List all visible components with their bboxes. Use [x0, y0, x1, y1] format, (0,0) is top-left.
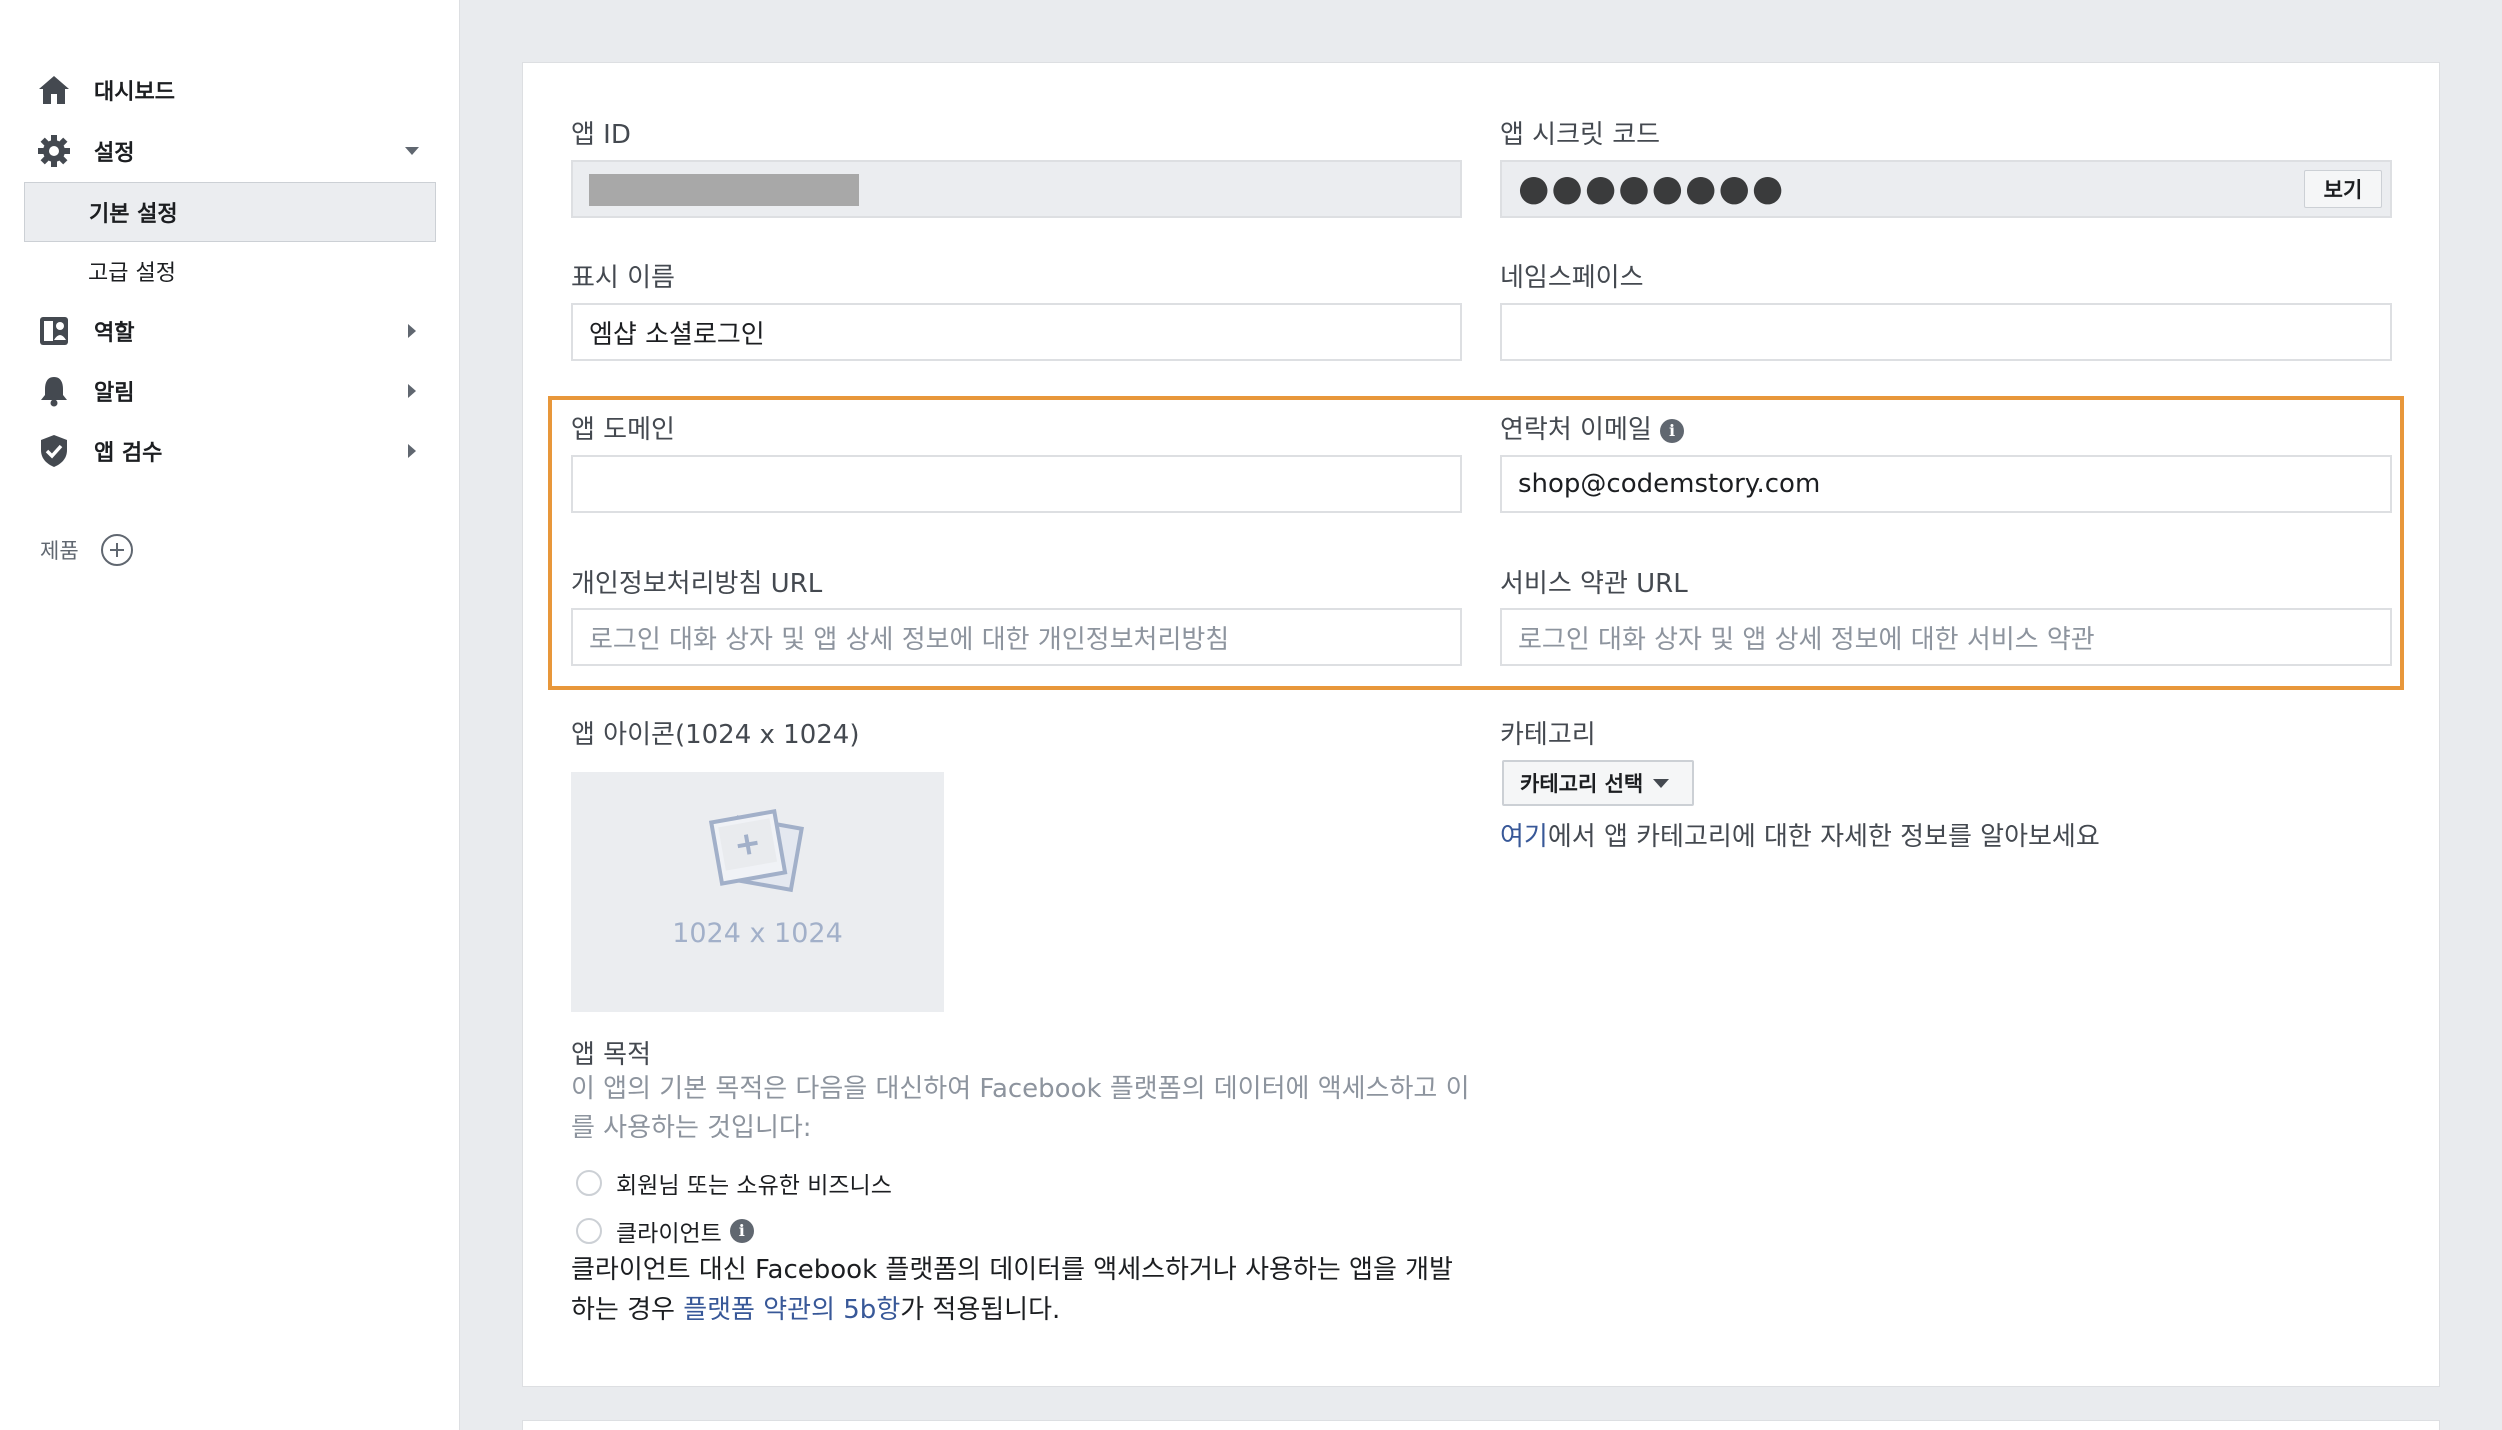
app-secret-field[interactable]: ●●●●●●●● 보기 [1500, 160, 2392, 218]
sidebar-item-label: 설정 [94, 141, 135, 166]
info-icon[interactable]: i [729, 1219, 754, 1243]
client-note-suffix: 가 적용됩니다. [900, 1295, 1061, 1325]
add-photo-icon [701, 802, 811, 902]
terms-url-input[interactable]: 로그인 대화 상자 및 앱 상세 정보에 대한 서비스 약관 [1500, 608, 2392, 666]
sidebar-item-advanced-settings[interactable]: 고급 설정 [24, 241, 436, 301]
add-product-icon[interactable] [100, 534, 133, 566]
namespace-label: 네임스페이스 [1500, 263, 1644, 293]
app-domain-input[interactable] [571, 455, 1462, 513]
sidebar: 대시보드 설정 기본 설정 고급 설정 역할 알림 앱 검수 제품 [0, 0, 460, 1430]
sidebar-item-label: 대시보드 [94, 80, 175, 105]
shield-check-icon [36, 433, 72, 469]
app-purpose-label: 앱 목적 [571, 1040, 652, 1070]
sidebar-item-label: 역할 [94, 321, 135, 346]
sidebar-item-dashboard[interactable]: 대시보드 [24, 60, 436, 120]
info-icon[interactable]: i [1660, 418, 1685, 443]
sidebar-item-app-review[interactable]: 앱 검수 [24, 421, 436, 481]
category-select-button[interactable]: 카테고리 선택 [1502, 760, 1694, 806]
sidebar-item-settings[interactable]: 설정 [24, 121, 436, 181]
category-help-suffix: 에서 앱 카테고리에 대한 자세한 정보를 알아보세요 [1547, 822, 2100, 852]
app-icon-upload[interactable]: 1024 x 1024 [571, 772, 944, 1012]
privacy-url-input[interactable]: 로그인 대화 상자 및 앱 상세 정보에 대한 개인정보처리방침 [571, 608, 1462, 666]
category-select-label: 카테고리 선택 [1520, 772, 1644, 796]
app-icon-label: 앱 아이콘(1024 x 1024) [571, 720, 860, 750]
home-icon [36, 72, 72, 108]
radio-button[interactable] [576, 1170, 602, 1196]
sidebar-item-label: 알림 [94, 381, 135, 406]
contact-email-label: 연락처 이메일 [1500, 415, 1652, 445]
category-help-link[interactable]: 여기 [1500, 822, 1548, 852]
app-id-field[interactable] [571, 160, 1462, 218]
app-purpose-description: 이 앱의 기본 목적은 다음을 대신하여 Facebook 플랫폼의 데이터에 … [571, 1074, 1470, 1143]
sidebar-item-basic-settings[interactable]: 기본 설정 [24, 182, 436, 242]
sidebar-item-alerts[interactable]: 알림 [24, 361, 436, 421]
sidebar-item-label: 기본 설정 [89, 202, 178, 227]
app-secret-label: 앱 시크릿 코드 [1500, 120, 1661, 150]
contact-email-input[interactable]: shop@codemstory.com [1500, 455, 2392, 513]
chevron-right-icon [402, 321, 422, 341]
gear-icon [36, 133, 72, 169]
reveal-secret-button[interactable]: 보기 [2304, 170, 2382, 208]
chevron-right-icon [402, 381, 422, 401]
category-label: 카테고리 [1500, 720, 1596, 750]
sidebar-item-roles[interactable]: 역할 [24, 301, 436, 361]
purpose-option-own-business[interactable]: 회원님 또는 소유한 비즈니스 [576, 1166, 892, 1200]
bell-icon [36, 373, 72, 409]
terms-url-label: 서비스 약관 URL [1500, 569, 1688, 599]
display-name-label: 표시 이름 [571, 263, 675, 293]
caret-down-icon [1653, 778, 1670, 788]
client-note: 클라이언트 대신 Facebook 플랫폼의 데이터를 액세스하거나 사용하는 … [571, 1250, 1471, 1330]
display-name-input[interactable]: 엠샵 소셜로그인 [571, 303, 1462, 361]
purpose-option-clients[interactable]: 클라이언트 i [576, 1214, 754, 1248]
chevron-right-icon [402, 441, 422, 461]
namespace-input[interactable] [1500, 303, 2392, 361]
roles-icon [36, 313, 72, 349]
chevron-down-icon [402, 141, 422, 161]
privacy-url-label: 개인정보처리방침 URL [571, 569, 823, 599]
next-panel [522, 1420, 2440, 1430]
products-label: 제품 [40, 539, 79, 563]
radio-button[interactable] [576, 1218, 602, 1244]
sidebar-item-label: 앱 검수 [94, 441, 163, 466]
app-id-label: 앱 ID [571, 120, 631, 150]
app-secret-value: ●●●●●●●● [1518, 168, 1786, 209]
redacted-app-id [589, 174, 859, 206]
sidebar-item-label: 고급 설정 [88, 261, 176, 286]
products-section: 제품 [40, 534, 133, 566]
platform-terms-link[interactable]: 플랫폼 약관의 5b항 [683, 1295, 900, 1325]
app-domain-label: 앱 도메인 [571, 415, 675, 445]
purpose-option-label: 회원님 또는 소유한 비즈니스 [616, 1173, 892, 1199]
category-help-text: 여기에서 앱 카테고리에 대한 자세한 정보를 알아보세요 [1500, 816, 2100, 853]
purpose-option-label: 클라이언트 [616, 1221, 722, 1247]
contact-email-label-row: 연락처 이메일 i [1500, 409, 1685, 446]
icon-size-label: 1024 x 1024 [672, 918, 843, 949]
